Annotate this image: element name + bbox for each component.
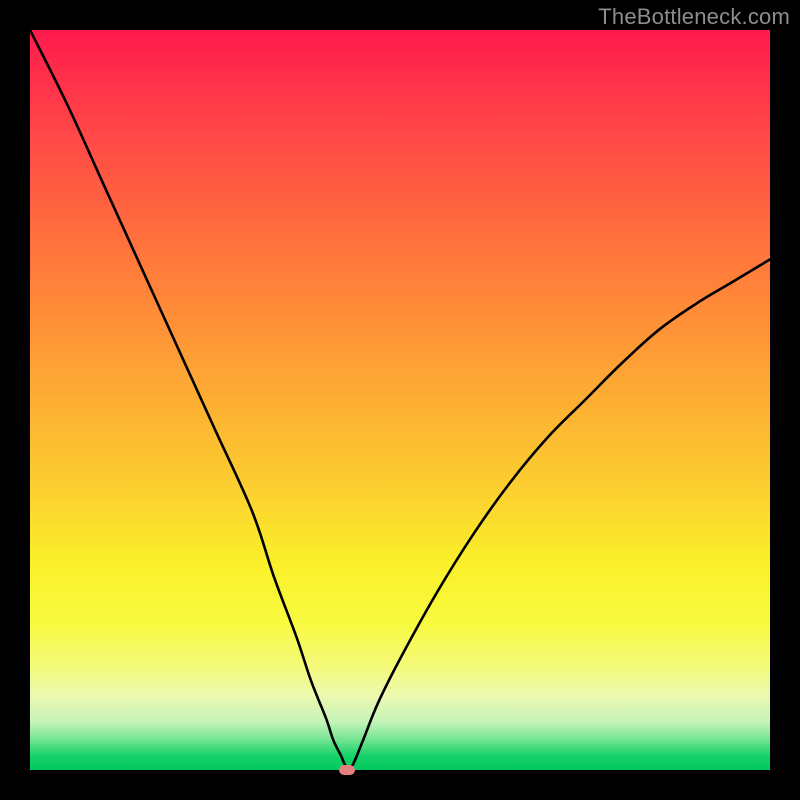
bottleneck-curve: [30, 30, 770, 769]
optimal-marker: [339, 765, 355, 775]
plot-area: [30, 30, 770, 770]
chart-frame: TheBottleneck.com: [0, 0, 800, 800]
watermark-text: TheBottleneck.com: [598, 4, 790, 30]
curve-svg: [30, 30, 770, 770]
